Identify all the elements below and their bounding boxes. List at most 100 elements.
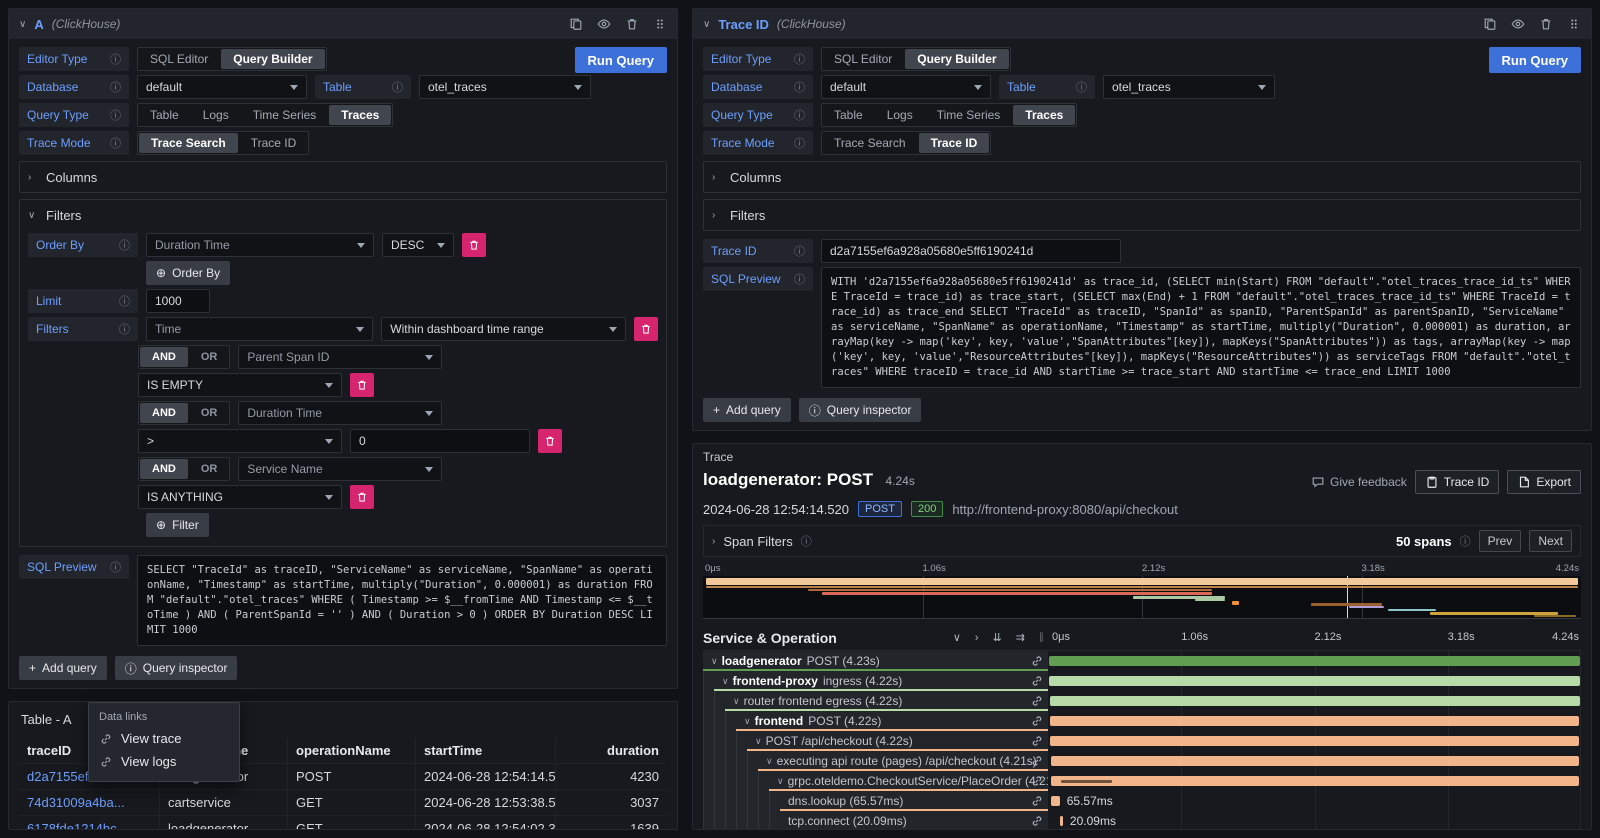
view-trace-link[interactable]: View trace <box>99 731 229 746</box>
view-logs-link[interactable]: View logs <box>99 754 229 769</box>
span-link-icon[interactable] <box>1030 694 1044 708</box>
span-name-cell[interactable]: ∨executing api route (pages) /api/checko… <box>703 751 1048 771</box>
tab-query-builder[interactable]: Query Builder <box>221 49 324 69</box>
trace-id-input[interactable]: d2a7155ef6a928a05680e5ff6190241d <box>821 239 1121 263</box>
limit-input[interactable]: 1000 <box>146 289 210 313</box>
tab-table[interactable]: Table <box>822 104 875 126</box>
span-name-cell[interactable]: dns.lookup (65.57ms) <box>703 791 1048 811</box>
span-timeline-cell[interactable] <box>1048 751 1581 771</box>
condition-operator-select[interactable]: > <box>138 429 342 453</box>
trace-id-link[interactable]: 74d31009a4ba... <box>27 795 125 810</box>
and-option[interactable]: AND <box>140 347 188 367</box>
filter-field-select[interactable]: Time <box>146 317 373 341</box>
give-feedback-link[interactable]: Give feedback <box>1311 475 1407 489</box>
span-timeline-cell[interactable]: 65.57ms <box>1048 791 1581 811</box>
tab-time-series[interactable]: Time Series <box>925 104 1013 126</box>
condition-operator-select[interactable]: IS ANYTHING <box>138 485 342 509</box>
expand-one-icon[interactable]: › <box>971 632 983 644</box>
columns-section-header[interactable]: › Columns <box>28 167 658 187</box>
span-name-cell[interactable]: ∨POST /api/checkout (4.22s) <box>703 731 1048 751</box>
chevron-down-icon[interactable]: ∨ <box>733 696 740 707</box>
tab-table[interactable]: Table <box>138 104 191 126</box>
span-name-cell[interactable]: ∨frontendPOST (4.22s) <box>703 711 1048 731</box>
condition-field-select[interactable]: Parent Span ID <box>238 345 442 369</box>
span-link-icon[interactable] <box>1030 734 1044 748</box>
duplicate-icon[interactable] <box>569 17 583 31</box>
remove-condition-button[interactable] <box>350 373 374 397</box>
collapse-chevron-icon[interactable]: ∨ <box>19 19 26 30</box>
span-link-icon[interactable] <box>1030 754 1044 768</box>
or-option[interactable]: OR <box>189 458 230 480</box>
span-link-icon[interactable] <box>1030 714 1044 728</box>
span-duration-bar[interactable] <box>1051 776 1580 786</box>
span-name-cell[interactable]: ∨grpc.oteldemo.CheckoutService/PlaceOrde… <box>703 771 1048 791</box>
cell-traceid[interactable]: 74d31009a4ba... <box>19 790 159 815</box>
tab-sql-editor[interactable]: SQL Editor <box>822 48 904 70</box>
add-order-by-button[interactable]: ⊕Order By <box>146 261 230 285</box>
remove-condition-button[interactable] <box>350 485 374 509</box>
duplicate-icon[interactable] <box>1483 17 1497 31</box>
remove-condition-button[interactable] <box>538 429 562 453</box>
filter-value-select[interactable]: Within dashboard time range <box>381 317 626 341</box>
query-inspector-button[interactable]: ⓘQuery inspector <box>115 656 238 680</box>
span-duration-bar[interactable] <box>1060 816 1063 826</box>
chevron-down-icon[interactable]: ∨ <box>722 676 729 687</box>
col-header-operationname[interactable]: operationName <box>287 737 415 763</box>
collapse-all-icon[interactable]: ⇊ <box>989 631 1006 644</box>
eye-icon[interactable] <box>597 17 611 31</box>
drag-handle-icon[interactable] <box>1567 17 1581 31</box>
span-name-cell[interactable]: ∨loadgeneratorPOST (4.23s) <box>703 651 1048 671</box>
span-timeline-cell[interactable] <box>1048 671 1581 691</box>
next-button[interactable]: Next <box>1529 530 1572 552</box>
drag-handle-icon[interactable] <box>653 17 667 31</box>
column-resizer[interactable]: ∥ <box>1039 632 1044 643</box>
trash-icon[interactable] <box>1539 17 1553 31</box>
order-by-field-select[interactable]: Duration Time <box>146 233 374 257</box>
chevron-down-icon[interactable]: ∨ <box>777 776 784 787</box>
minimap-canvas[interactable] <box>703 576 1581 619</box>
and-option[interactable]: AND <box>140 459 188 479</box>
span-duration-bar[interactable] <box>1050 696 1580 706</box>
tab-logs[interactable]: Logs <box>875 104 925 126</box>
and-option[interactable]: AND <box>140 403 188 423</box>
columns-section-header[interactable]: › Columns <box>712 167 1572 187</box>
run-query-button[interactable]: Run Query <box>575 47 667 73</box>
tab-traces[interactable]: Traces <box>329 105 391 125</box>
trash-icon[interactable] <box>625 17 639 31</box>
span-name-cell[interactable]: tcp.connect (20.09ms) <box>703 811 1048 830</box>
chevron-down-icon[interactable]: ∨ <box>766 756 773 767</box>
filters-section-header[interactable]: ∨ Filters <box>28 205 658 225</box>
span-link-icon[interactable] <box>1030 794 1044 808</box>
tab-trace-search[interactable]: Trace Search <box>139 133 238 153</box>
span-timeline-cell[interactable] <box>1048 731 1581 751</box>
collapse-chevron-icon[interactable]: ∨ <box>703 19 710 30</box>
remove-order-by-button[interactable] <box>462 233 486 257</box>
span-duration-bar[interactable] <box>1050 716 1580 726</box>
add-filter-button[interactable]: ⊕Filter <box>146 513 209 537</box>
span-name-cell[interactable]: ∨frontend-proxyingress (4.22s) <box>703 671 1048 691</box>
remove-filter-button[interactable] <box>634 317 658 341</box>
expand-all-icon[interactable]: ⇉ <box>1012 631 1029 644</box>
tab-sql-editor[interactable]: SQL Editor <box>138 48 220 70</box>
col-header-duration[interactable]: duration <box>555 737 667 763</box>
or-option[interactable]: OR <box>189 402 230 424</box>
span-duration-bar[interactable] <box>1049 676 1580 686</box>
condition-field-select[interactable]: Service Name <box>238 457 442 481</box>
add-query-button[interactable]: +Add query <box>703 398 791 422</box>
tab-trace-id[interactable]: Trace ID <box>239 132 309 154</box>
trace-id-link[interactable]: 6178fde1214bc... <box>27 821 127 830</box>
condition-operator-select[interactable]: IS EMPTY <box>138 373 342 397</box>
tab-query-builder[interactable]: Query Builder <box>905 49 1008 69</box>
span-link-icon[interactable] <box>1030 654 1044 668</box>
tab-time-series[interactable]: Time Series <box>241 104 329 126</box>
trace-minimap[interactable]: 0μs 1.06s 2.12s 3.18s 4.24s <box>703 563 1581 621</box>
condition-value-input[interactable]: 0 <box>350 429 530 453</box>
table-select[interactable]: otel_traces <box>419 75 591 99</box>
span-link-icon[interactable] <box>1030 814 1044 828</box>
col-header-starttime[interactable]: startTime <box>415 737 555 763</box>
span-timeline-cell[interactable] <box>1048 691 1581 711</box>
span-duration-bar[interactable] <box>1051 756 1580 766</box>
trace-id-button[interactable]: Trace ID <box>1415 470 1500 494</box>
table-select[interactable]: otel_traces <box>1103 75 1275 99</box>
database-select[interactable]: default <box>821 75 991 99</box>
